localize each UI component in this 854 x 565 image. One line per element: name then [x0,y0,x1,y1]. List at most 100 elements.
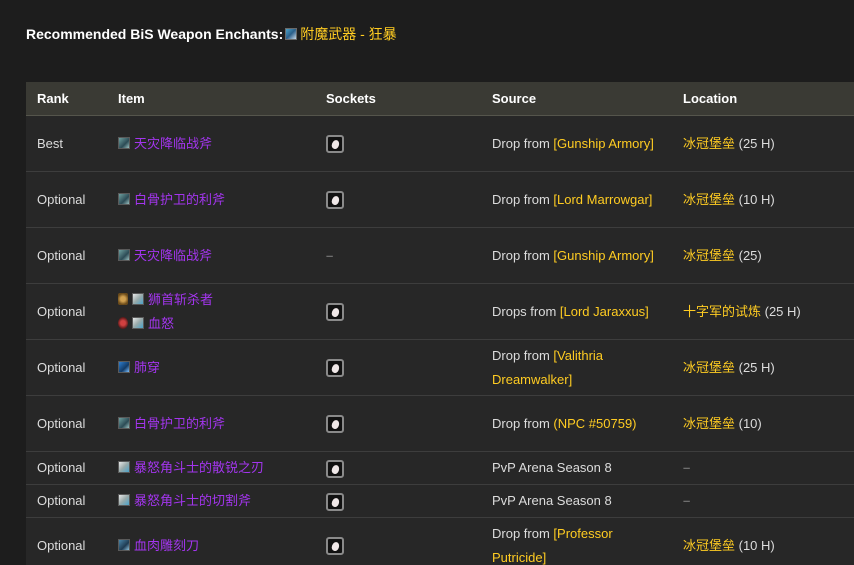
rank-cell: Optional [26,227,107,284]
sockets-cell [315,171,481,228]
item-link[interactable]: 白骨护卫的利斧 [134,192,225,207]
sockets-cell: – [315,227,481,284]
location-suffix: (25 H) [735,135,775,151]
sockets-cell [315,517,481,565]
alliance-faction-icon [118,292,128,305]
source-cell: Drops from [Lord Jaraxxus] [481,283,672,340]
location-link[interactable]: 冰冠堡垒 [683,360,735,375]
location-link[interactable]: 冰冠堡垒 [683,192,735,207]
axe-icon [118,248,130,261]
source-text: Drop from [492,415,554,431]
location-cell: 冰冠堡垒 (25 H) [672,339,854,396]
source-link[interactable]: [Gunship Armory] [553,248,653,263]
location-suffix: (25) [735,247,762,263]
column-header-item[interactable]: Item [107,82,315,116]
sword-icon [118,461,130,473]
source-link[interactable]: [Lord Jaraxxus] [560,304,649,319]
sockets-cell [315,484,481,518]
item-link[interactable]: 天灾降临战斧 [134,248,212,263]
item-link[interactable]: 血肉雕刻刀 [134,538,199,553]
rank-cell: Optional [26,283,107,340]
column-header-sockets[interactable]: Sockets [315,82,481,116]
table-row: Optional 暴怒角斗士的散锐之刃 PvP Arena Season 8 – [26,451,854,485]
sockets-cell [315,395,481,452]
item-cell: 肺穿 [107,339,315,396]
rank-cell: Optional [26,395,107,452]
location-suffix: (25 H) [761,303,801,319]
column-header-location[interactable]: Location [672,82,854,116]
header-prefix: Recommended BiS Weapon Enchants: [26,26,284,42]
item-link[interactable]: 白骨护卫的利斧 [134,416,225,431]
source-link[interactable]: [Lord Marrowgar] [553,192,652,207]
rank-cell: Optional [26,451,107,485]
horde-faction-icon [118,316,128,329]
item-cell: 白骨护卫的利斧 [107,171,315,228]
axe-icon [118,416,130,429]
blade-icon [118,360,130,373]
location-link[interactable]: 冰冠堡垒 [683,416,735,431]
sword-icon [118,494,130,506]
item-cell: 暴怒角斗士的切割斧 [107,484,315,518]
location-link[interactable]: 十字军的试炼 [683,304,761,319]
location-cell: 十字军的试炼 (25 H) [672,283,854,340]
no-socket-dash: – [326,247,334,263]
dagger-icon [118,538,130,551]
meta-socket-icon [326,303,344,322]
sockets-cell [315,115,481,172]
item-cell: 天灾降临战斧 [107,115,315,172]
rank-cell: Optional [26,484,107,518]
location-cell: – [672,484,854,518]
location-cell: 冰冠堡垒 (10) [672,395,854,452]
rank-cell: Best [26,115,107,172]
sockets-cell [315,451,481,485]
source-cell: PvP Arena Season 8 [481,451,672,485]
source-link[interactable]: (NPC #50759) [553,416,636,431]
location-link[interactable]: 冰冠堡垒 [683,136,735,151]
sword-icon [132,292,144,305]
sockets-cell [315,283,481,340]
enchant-link[interactable]: 附魔武器 - 狂暴 [300,24,396,44]
source-cell: PvP Arena Season 8 [481,484,672,518]
no-location-dash: – [683,493,691,508]
item-link[interactable]: 狮首斩杀者 [148,292,213,307]
item-link[interactable]: 血怒 [148,316,174,331]
table-row: Best 天灾降临战斧 Drop from [Gunship Armory] 冰… [26,115,854,172]
bis-weapons-table: Rank Item Sockets Source Location Best 天… [26,82,854,565]
location-suffix: (10 H) [735,191,775,207]
item-cell: 血肉雕刻刀 [107,517,315,565]
location-cell: 冰冠堡垒 (10 H) [672,517,854,565]
item-link[interactable]: 暴怒角斗士的切割斧 [134,493,251,508]
table-row: Optional 狮首斩杀者 血怒 Drops from [Lord Jarax… [26,283,854,340]
item-cell: 暴怒角斗士的散锐之刃 [107,451,315,485]
table-row: Optional 血肉雕刻刀 Drop from [Professor Putr… [26,517,854,565]
source-text: Drops from [492,303,560,319]
table-row: Optional 白骨护卫的利斧 Drop from (NPC #50759) … [26,395,854,452]
column-header-rank[interactable]: Rank [26,82,107,116]
sword-icon [132,316,144,329]
source-cell: Drop from [Valithria Dreamwalker] [481,339,672,396]
meta-socket-icon [326,191,344,210]
column-header-source[interactable]: Source [481,82,672,116]
location-cell: 冰冠堡垒 (25 H) [672,115,854,172]
location-link[interactable]: 冰冠堡垒 [683,248,735,263]
source-link[interactable]: [Gunship Armory] [553,136,653,151]
page: Recommended BiS Weapon Enchants: 附魔武器 - … [0,0,854,565]
source-cell: Drop from (NPC #50759) [481,395,672,452]
meta-socket-icon [326,492,344,511]
item-link[interactable]: 天灾降临战斧 [134,136,212,151]
source-cell: Drop from [Lord Marrowgar] [481,171,672,228]
source-text: Drop from [492,347,554,363]
item-cell: 白骨护卫的利斧 [107,395,315,452]
axe-icon [118,136,130,149]
location-suffix: (25 H) [735,359,775,375]
axe-icon [118,192,130,205]
item-link[interactable]: 暴怒角斗士的散锐之刃 [134,460,264,475]
item-cell: 狮首斩杀者 血怒 [107,283,315,340]
meta-socket-icon [326,415,344,434]
location-link[interactable]: 冰冠堡垒 [683,538,735,553]
table-row: Optional 肺穿 Drop from [Valithria Dreamwa… [26,339,854,396]
item-link[interactable]: 肺穿 [134,360,160,375]
source-text: Drop from [492,525,554,541]
no-location-dash: – [683,460,691,475]
bis-enchant-header: Recommended BiS Weapon Enchants: 附魔武器 - … [26,24,397,44]
